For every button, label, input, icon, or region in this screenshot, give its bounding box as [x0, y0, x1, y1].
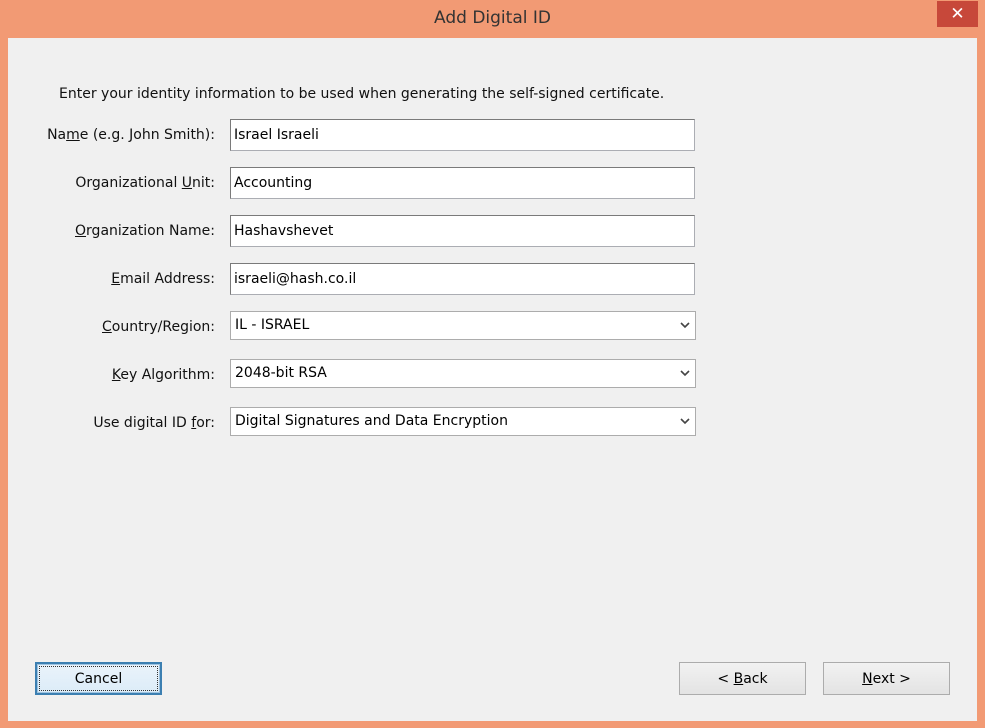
- dialog-body: Enter your identity information to be us…: [8, 38, 977, 721]
- org-name-field[interactable]: [230, 215, 695, 247]
- chevron-down-icon: [675, 360, 695, 387]
- cancel-button[interactable]: Cancel: [35, 662, 162, 695]
- email-field[interactable]: [230, 263, 695, 295]
- use-for-value: Digital Signatures and Data Encryption: [235, 413, 508, 429]
- org-name-label: Organization Name:: [75, 223, 215, 239]
- title-bar: Add Digital ID ✕: [0, 0, 985, 38]
- country-select[interactable]: IL - ISRAEL: [230, 311, 696, 340]
- name-field[interactable]: [230, 119, 695, 151]
- org-unit-label: Organizational Unit:: [75, 175, 215, 191]
- key-algorithm-label: Key Algorithm:: [111, 367, 215, 383]
- intro-text: Enter your identity information to be us…: [59, 86, 665, 102]
- window-title: Add Digital ID: [434, 8, 551, 28]
- country-label: Country/Region:: [102, 319, 215, 335]
- key-algorithm-value: 2048-bit RSA: [235, 365, 327, 381]
- email-label: Email Address:: [111, 271, 215, 287]
- use-for-select[interactable]: Digital Signatures and Data Encryption: [230, 407, 696, 436]
- key-algorithm-select[interactable]: 2048-bit RSA: [230, 359, 696, 388]
- use-for-label: Use digital ID for:: [93, 415, 215, 431]
- next-label: Next >: [862, 670, 911, 687]
- org-unit-field[interactable]: [230, 167, 695, 199]
- chevron-down-icon: [675, 408, 695, 435]
- name-label: Name (e.g. John Smith):: [47, 127, 215, 143]
- close-button[interactable]: ✕: [937, 1, 978, 27]
- back-label: < Back: [717, 670, 768, 687]
- next-button[interactable]: Next >: [823, 662, 950, 695]
- back-button[interactable]: < Back: [679, 662, 806, 695]
- chevron-down-icon: [675, 312, 695, 339]
- focus-rectangle: [39, 666, 158, 691]
- close-icon: ✕: [950, 4, 965, 24]
- country-value: IL - ISRAEL: [235, 317, 310, 333]
